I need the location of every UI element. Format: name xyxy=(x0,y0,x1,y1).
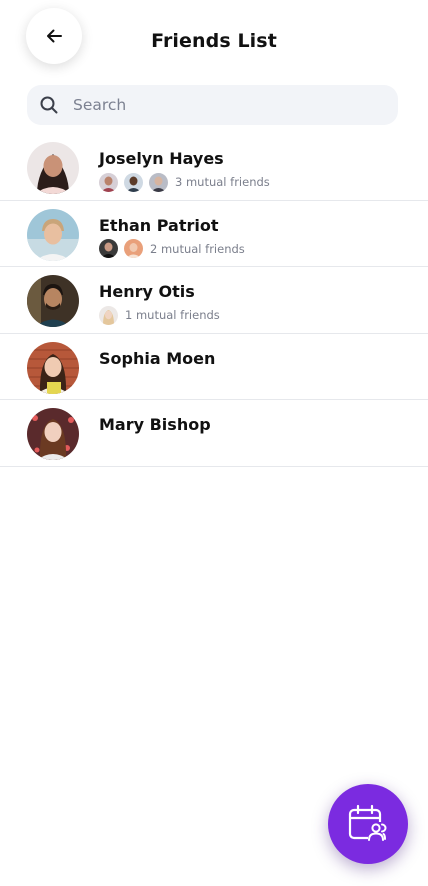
avatar xyxy=(27,208,79,261)
avatar xyxy=(27,275,79,327)
mutual-friend-avatar xyxy=(149,172,168,192)
friend-row-henry-otis[interactable]: Henry Otis 1 mutual friends xyxy=(0,267,428,334)
friend-name: Joselyn Hayes xyxy=(99,149,224,168)
friend-name: Ethan Patriot xyxy=(99,215,219,235)
mutual-friend-avatar xyxy=(99,239,118,258)
avatar xyxy=(27,341,79,394)
schedule-meeting-button[interactable] xyxy=(328,784,408,864)
friend-row-sophia-moen[interactable]: Sophia Moen xyxy=(0,334,428,400)
search-input[interactable] xyxy=(73,96,373,114)
mutual-friends-count: 3 mutual friends xyxy=(175,175,270,189)
search-bar[interactable] xyxy=(27,85,398,125)
search-icon xyxy=(40,96,58,114)
friend-name: Henry Otis xyxy=(99,282,195,301)
friend-row-mary-bishop[interactable]: Mary Bishop xyxy=(0,400,428,467)
mutual-friends: 2 mutual friends xyxy=(99,239,245,259)
calendar-group-icon xyxy=(348,804,388,842)
friend-row-joselyn-hayes[interactable]: Joselyn Hayes 3 mutual friends xyxy=(0,134,428,201)
mutual-friend-avatar xyxy=(99,305,118,325)
mutual-friend-avatar xyxy=(124,172,143,192)
friends-list: Joselyn Hayes 3 mutual friends Ethan Pat… xyxy=(0,134,428,467)
avatar xyxy=(27,408,79,460)
friend-name: Sophia Moen xyxy=(99,348,216,368)
mutual-friends-count: 2 mutual friends xyxy=(150,241,245,256)
mutual-friends-count: 1 mutual friends xyxy=(125,308,220,322)
friend-name: Mary Bishop xyxy=(99,415,211,434)
avatar xyxy=(27,142,79,194)
mutual-friend-avatar xyxy=(99,172,118,192)
mutual-friends: 3 mutual friends xyxy=(99,172,270,192)
mutual-friends: 1 mutual friends xyxy=(99,305,220,325)
friend-row-ethan-patriot[interactable]: Ethan Patriot 2 mutual friends xyxy=(0,201,428,267)
page-title: Friends List xyxy=(151,30,277,52)
mutual-friend-avatar xyxy=(124,239,143,258)
